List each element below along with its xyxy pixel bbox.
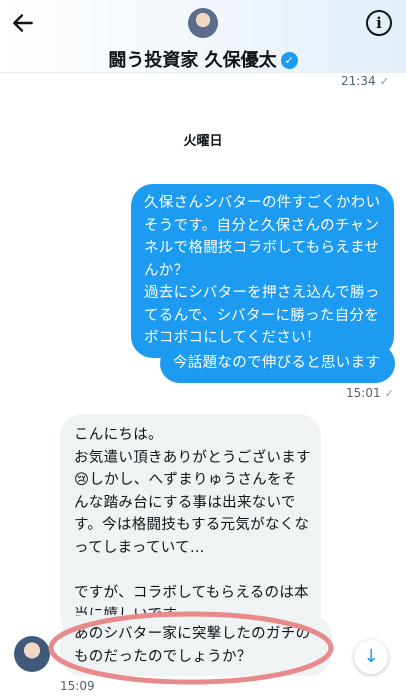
message-line: お気遣い頂きありがとうございます <box>74 449 311 466</box>
message-line: ですが、コラボしてもらえるのは本 <box>74 584 309 601</box>
message-line <box>74 559 307 582</box>
sent-message-bubble[interactable]: 今話題なので伸びると思います <box>160 344 395 383</box>
avatar[interactable] <box>188 8 218 38</box>
timestamp-text: 15:01 <box>346 386 381 400</box>
read-check-icon: ✓ <box>379 75 389 88</box>
timestamp-text: 21:34 <box>341 74 376 88</box>
sent-message-bubble[interactable]: 久保さんシバターの件すごくかわい そうです。自分と久保さんのチャン ネルで格闘技… <box>131 184 394 358</box>
scroll-down-button[interactable]: ↓ <box>354 640 388 674</box>
message-line: ネルで格闘技コラボしてもらえませ <box>144 240 380 256</box>
message-line: す。今は格闘技もする元気がなくな <box>74 517 310 533</box>
message-timestamp: 15:09 <box>60 679 95 693</box>
avatar[interactable] <box>14 636 50 672</box>
message-line: あのシバター家に突撃したのガチの <box>74 626 311 642</box>
message-timestamp: 21:34 ✓ <box>341 74 389 88</box>
message-line: んか？ <box>144 262 189 279</box>
message-line: そうです。自分と久保さんのチャン <box>144 217 380 234</box>
message-line: てるんで、シバターに勝った自分を <box>144 307 380 324</box>
info-icon[interactable]: i <box>366 10 392 36</box>
conversation-header: 闘う投資家 久保優太 ✓ i <box>0 0 406 73</box>
received-message-bubble[interactable]: あのシバター家に突撃したのガチの ものだったのでしょうか？ <box>60 615 332 676</box>
read-check-icon: ✓ <box>384 387 394 400</box>
conversation-title: 闘う投資家 久保優太 ✓ <box>0 46 406 72</box>
message-timestamp: 15:01 ✓ <box>346 386 394 400</box>
message-line: ってしまっていて… <box>74 539 205 556</box>
message-line: 過去にシバターを押さえ込んで勝っ <box>144 285 380 301</box>
message-text: 今話題なので伸びると思います <box>173 355 381 371</box>
message-line: んな踏み台にする事は出来ないで <box>74 494 296 511</box>
message-line: ものだったのでしょうか？ <box>74 648 252 665</box>
message-line: 😢しかし、へずまりゅうさんをそ <box>74 472 297 488</box>
arrow-left-icon[interactable] <box>10 10 36 36</box>
received-message-bubble[interactable]: こんにちは。 お気遣い頂きありがとうございます 😢しかし、へずまりゅうさんをそ … <box>60 414 321 637</box>
day-separator: 火曜日 <box>183 134 223 149</box>
page-title: 闘う投資家 久保優太 <box>108 50 277 71</box>
verified-badge-icon: ✓ <box>280 52 298 69</box>
message-line: こんにちは。 <box>74 427 163 443</box>
message-line: 久保さんシバターの件すごくかわい <box>144 195 381 211</box>
